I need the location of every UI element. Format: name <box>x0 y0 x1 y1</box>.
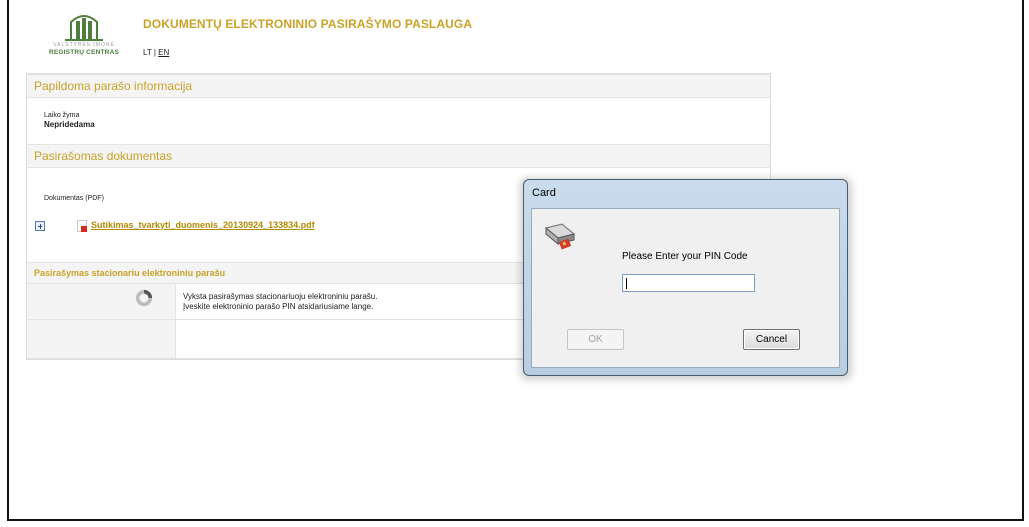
empty-cell <box>27 320 176 358</box>
document-heading: Pasirašomas dokumentas <box>27 144 770 168</box>
logo-subtitle: VALSTYBĖS ĮMONĖ <box>53 42 115 48</box>
expand-plus-icon[interactable] <box>35 221 45 231</box>
ok-button[interactable]: OK <box>567 329 624 350</box>
timestamp-value: Nepridedama <box>44 120 95 129</box>
browser-content: VALSTYBĖS ĮMONĖ REGISTRŲ CENTRAS DOKUMEN… <box>7 0 1024 521</box>
service-title: DOKUMENTŲ ELEKTRONINIO PASIRAŠYMO PASLAU… <box>143 17 473 31</box>
signing-message-2: Įveskite elektroninio parašo PIN atsidar… <box>183 302 374 311</box>
pin-caret <box>626 278 627 289</box>
pillars-logo-icon <box>65 15 103 41</box>
lang-lt[interactable]: LT <box>143 48 152 57</box>
spinner-cell <box>27 284 176 319</box>
pin-prompt: Please Enter your PIN Code <box>622 251 748 262</box>
document-label: Dokumentas (PDF) <box>44 195 104 202</box>
loading-spinner-icon <box>135 289 153 307</box>
language-switcher: LT | EN <box>143 48 169 57</box>
logo-name: REGISTRŲ CENTRAS <box>48 49 119 56</box>
signature-info-heading: Papildoma parašo informacija <box>27 74 770 98</box>
timestamp-label: Laiko žyma <box>44 112 80 119</box>
registru-centras-logo[interactable]: VALSTYBĖS ĮMONĖ REGISTRŲ CENTRAS <box>39 12 129 64</box>
dialog-title: Card <box>532 187 556 199</box>
lang-en-link[interactable]: EN <box>158 48 169 57</box>
pin-input[interactable] <box>622 274 755 292</box>
pin-dialog: Card Please Enter your PIN Code OK Cance… <box>523 179 848 376</box>
dialog-body: Please Enter your PIN Code OK Cancel <box>531 208 840 368</box>
smart-card-reader-icon <box>544 223 576 250</box>
signing-message-1: Vyksta pasirašymas stacionariuoju elektr… <box>183 292 378 301</box>
cancel-button[interactable]: Cancel <box>743 329 800 350</box>
document-file-link[interactable]: Sutikimas_tvarkyti_duomenis_20130924_133… <box>91 220 315 230</box>
pdf-file-icon <box>77 220 87 232</box>
